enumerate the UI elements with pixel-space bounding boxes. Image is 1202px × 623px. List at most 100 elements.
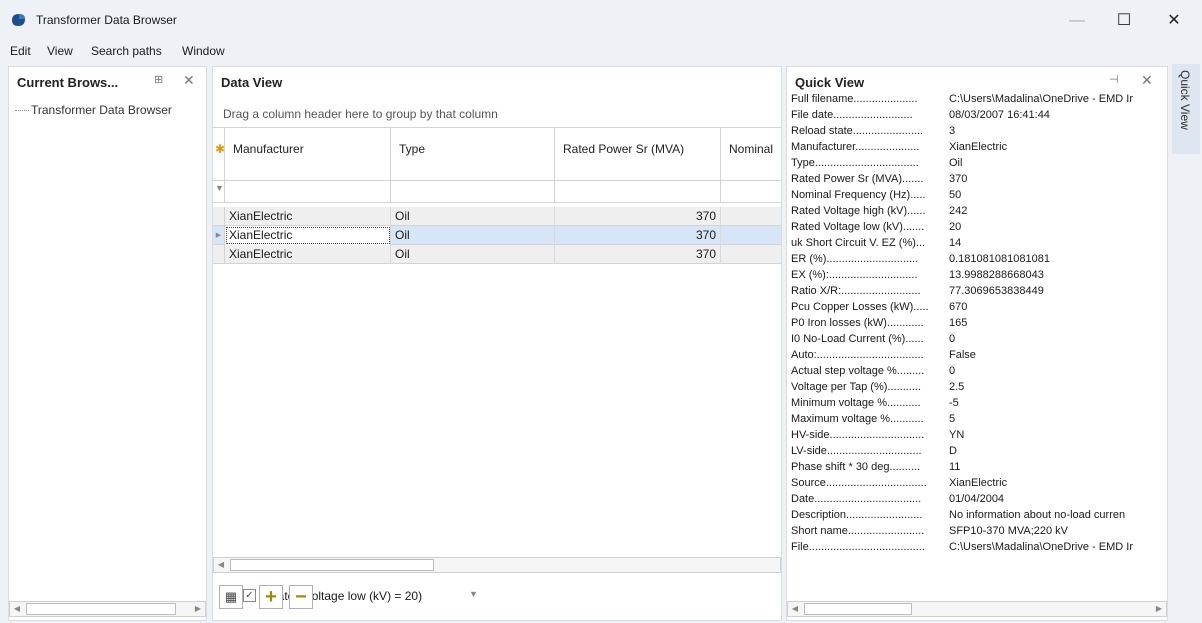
property-label: File....................................…: [791, 541, 925, 553]
scroll-right-icon[interactable]: ▶: [1152, 603, 1166, 615]
scroll-thumb[interactable]: [230, 559, 434, 571]
cell-rated-power[interactable]: 370: [555, 226, 721, 245]
table-row[interactable]: XianElectric Oil 370: [213, 245, 781, 264]
property-value: 50: [949, 189, 962, 201]
property-label: Actual step voltage %.........: [791, 365, 925, 377]
horizontal-scrollbar[interactable]: ◀ ▶: [9, 601, 206, 617]
property-label: Source.................................: [791, 477, 927, 489]
row-indicator-icon: ▶: [213, 226, 225, 245]
property-label: Type..................................: [791, 157, 919, 169]
scroll-thumb[interactable]: [804, 603, 912, 615]
property-value: C:\Users\Madalina\OneDrive - EMD Ir: [949, 93, 1133, 105]
grid-header: ✱ Manufacturer Type Rated Power Sr (MVA)…: [213, 127, 781, 182]
menu-window[interactable]: Window: [182, 44, 225, 58]
close-button[interactable]: ✕: [1151, 8, 1197, 34]
scroll-left-icon[interactable]: ◀: [10, 603, 24, 615]
panel-title: Data View: [221, 75, 283, 90]
property-value: 2.5: [949, 381, 965, 393]
horizontal-scrollbar[interactable]: ◀: [213, 557, 781, 573]
property-label: Rated Power Sr (MVA).......: [791, 173, 924, 185]
cell-manufacturer[interactable]: XianElectric: [225, 226, 391, 245]
property-value: -5: [949, 397, 959, 409]
horizontal-scrollbar[interactable]: ◀ ▶: [787, 601, 1167, 617]
cell-nominal[interactable]: [721, 245, 781, 264]
group-by-hint[interactable]: Drag a column header here to group by th…: [223, 107, 498, 121]
cell-rated-power[interactable]: 370: [555, 207, 721, 226]
table-row[interactable]: ▶ XianElectric Oil 370: [213, 226, 781, 245]
menu-edit[interactable]: Edit: [10, 44, 31, 58]
menu-bar: Edit View Search paths Window: [0, 40, 1202, 62]
property-value: 77.3069653838449: [949, 285, 1044, 297]
property-value: 242: [949, 205, 968, 217]
menu-search-paths[interactable]: Search paths: [91, 44, 162, 58]
cell-manufacturer[interactable]: XianElectric: [225, 207, 391, 226]
property-value: C:\Users\Madalina\OneDrive - EMD Ir: [949, 541, 1133, 553]
scroll-left-icon[interactable]: ◀: [214, 559, 228, 571]
property-label: Short name.........................: [791, 525, 925, 537]
property-value: SFP10-370 MVA;220 kV: [949, 525, 1069, 537]
property-value: 165: [949, 317, 968, 329]
table-row[interactable]: XianElectric Oil 370: [213, 207, 781, 226]
property-value: 11: [949, 461, 961, 473]
property-label: Phase shift * 30 deg..........: [791, 461, 921, 473]
quick-view-panel: Quick View ⊣ ✕ Full filename............…: [786, 66, 1168, 621]
cell-rated-power[interactable]: 370: [555, 245, 721, 264]
property-value: Oil: [949, 157, 963, 169]
menu-view[interactable]: View: [47, 44, 73, 58]
column-header-nominal[interactable]: Nominal: [721, 128, 781, 182]
property-label: ER (%)..............................: [791, 253, 919, 265]
cell-nominal[interactable]: [721, 207, 781, 226]
row-indicator: [213, 245, 225, 264]
filter-cell-nominal[interactable]: [721, 181, 781, 203]
row-indicator: [213, 207, 225, 226]
app-logo-icon: [12, 14, 25, 26]
property-label: Full filename.....................: [791, 93, 918, 105]
tree-item-transformer-data-browser[interactable]: Transformer Data Browser: [15, 103, 172, 117]
panel-header: Current Brows... ⊞ ✕: [9, 67, 206, 93]
cell-type[interactable]: Oil: [391, 207, 555, 226]
side-tab-label: Quick View: [1178, 70, 1192, 130]
cell-type[interactable]: Oil: [391, 226, 555, 245]
cell-type[interactable]: Oil: [391, 245, 555, 264]
add-row-button[interactable]: +: [259, 585, 283, 609]
column-header-rated-power[interactable]: Rated Power Sr (MVA): [555, 128, 721, 182]
property-label: Date...................................: [791, 493, 922, 505]
pin-icon[interactable]: ⊞: [154, 73, 163, 86]
property-label: Reload state.......................: [791, 125, 924, 137]
scroll-left-icon[interactable]: ◀: [788, 603, 802, 615]
property-value: No information about no-load curren: [949, 509, 1126, 521]
scroll-right-icon[interactable]: ▶: [191, 603, 205, 615]
remove-row-button[interactable]: −: [289, 585, 313, 609]
tree-connector: [15, 110, 29, 112]
minimize-button[interactable]: —: [1054, 8, 1100, 34]
property-value: 01/04/2004: [949, 493, 1005, 505]
cell-manufacturer[interactable]: XianElectric: [225, 245, 391, 264]
property-label: uk Short Circuit V. EZ (%)...: [791, 237, 926, 249]
property-label: LV-side...............................: [791, 445, 922, 457]
property-label: P0 Iron losses (kW)............: [791, 317, 924, 329]
column-header-manufacturer[interactable]: Manufacturer: [225, 128, 391, 182]
property-value: 08/03/2007 16:41:44: [949, 109, 1050, 121]
export-icon[interactable]: ▦: [219, 585, 243, 609]
close-panel-button[interactable]: ✕: [183, 72, 195, 89]
property-value: YN: [949, 429, 965, 441]
scroll-thumb[interactable]: [26, 603, 176, 615]
cell-nominal[interactable]: [721, 226, 781, 245]
property-value: 5: [949, 413, 956, 425]
property-label: File date..........................: [791, 109, 913, 121]
property-label: HV-side...............................: [791, 429, 925, 441]
property-label: Rated Voltage low (kV).......: [791, 221, 925, 233]
property-value: 20: [949, 221, 962, 233]
maximize-button[interactable]: ☐: [1101, 8, 1147, 34]
panel-header: Data View: [213, 67, 781, 93]
close-panel-button[interactable]: ✕: [1141, 72, 1153, 89]
filter-cell-manufacturer[interactable]: [225, 181, 391, 203]
filter-cell-rated-power[interactable]: [555, 181, 721, 203]
pin-icon[interactable]: ⊣: [1109, 73, 1119, 86]
quick-view-side-tab[interactable]: Quick View: [1172, 64, 1200, 154]
column-header-type[interactable]: Type: [391, 128, 555, 182]
property-label: Auto:...................................: [791, 349, 924, 361]
property-label: Pcu Copper Losses (kW).....: [791, 301, 929, 313]
filter-cell-type[interactable]: [391, 181, 555, 203]
property-value: 13.9988288668043: [949, 269, 1044, 281]
